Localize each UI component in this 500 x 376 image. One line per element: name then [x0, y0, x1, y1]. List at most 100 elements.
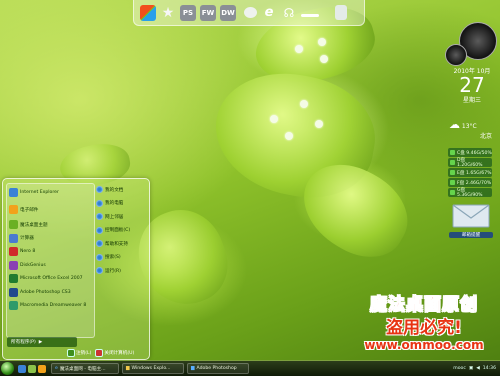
start-button[interactable]: [1, 362, 14, 375]
network-icon[interactable]: ▣: [469, 366, 473, 371]
quicklaunch-ie-icon[interactable]: [18, 364, 26, 373]
place-item[interactable]: 我的文档: [96, 183, 146, 197]
drive-icon: [450, 180, 455, 185]
place-item[interactable]: 搜索(S): [96, 251, 146, 265]
task-label: Windows Explo...: [131, 366, 171, 371]
gauge-small-dial-icon: [445, 44, 467, 66]
place-item[interactable]: 运行(R): [96, 264, 146, 278]
wallpaper-flower: [320, 55, 328, 63]
place-item[interactable]: 我的电脑: [96, 197, 146, 211]
power-buttons: 注销(L) 关闭计算机(U): [67, 349, 134, 357]
task-label: 魔法桌面网 - 电脑主...: [59, 366, 106, 372]
power-icon: [95, 349, 104, 357]
tray-text: mooc: [453, 366, 466, 371]
dreamweaver-icon: [9, 301, 18, 311]
logoff-button[interactable]: 注销(L): [67, 349, 91, 357]
logoff-label: 注销(L): [76, 351, 92, 356]
top-dock: ★ PS FW DW e ☊: [133, 0, 365, 26]
taskbar-button[interactable]: ▆ Adobe Photoshop: [187, 363, 249, 374]
program-label: Nero 8: [20, 249, 36, 255]
recent-program[interactable]: 魔法桌面主题: [7, 218, 94, 232]
folder-icon: ▆: [126, 366, 130, 371]
program-label: 计算器: [20, 236, 34, 242]
theme-icon: [9, 220, 18, 230]
drive-label: G盘 5.36G/90%: [457, 188, 483, 198]
photoshop-icon[interactable]: PS: [180, 4, 196, 21]
minus-icon[interactable]: [301, 14, 319, 17]
documents-icon: [96, 186, 103, 194]
place-item[interactable]: 网上邻居: [96, 210, 146, 224]
place-item[interactable]: 帮助和支持: [96, 237, 146, 251]
program-label: DiskGenius: [20, 262, 46, 268]
pinned-program[interactable]: 电子邮件: [7, 201, 94, 218]
program-label: Adobe Photoshop CS3: [20, 289, 71, 295]
pinned-program[interactable]: Internet Explorer: [7, 184, 94, 201]
recent-program[interactable]: Microsoft Office Excel 2007: [7, 272, 94, 286]
fireworks-icon[interactable]: FW: [200, 4, 216, 21]
chat-icon[interactable]: [244, 7, 257, 18]
taskbar: e 魔法桌面网 - 电脑主... ▆ Windows Explo... ▆ Adobe…: [0, 360, 500, 376]
place-label: 网上邻居: [105, 214, 124, 220]
drive-gadget: C盘 9.46G/50% D盘 1.20G/60% E盘 1.65G/67% F…: [448, 148, 492, 198]
email-icon: [9, 205, 18, 214]
clock[interactable]: 14:36: [483, 366, 496, 371]
shutdown-button[interactable]: 关闭计算机(U): [95, 349, 134, 357]
quicklaunch-desktop-icon[interactable]: [28, 364, 36, 373]
weather-city: 北京: [479, 133, 492, 140]
recent-program[interactable]: Adobe Photoshop CS3: [7, 286, 94, 300]
recent-program[interactable]: 计算器: [7, 232, 94, 246]
ie-icon[interactable]: e: [261, 5, 277, 21]
gauge-gadget[interactable]: [445, 22, 497, 66]
drive-icon: [450, 160, 455, 165]
control-panel-icon: [96, 226, 103, 234]
recent-program[interactable]: Macromedia Dreamweaver 8: [7, 299, 94, 313]
wallpaper-flower: [270, 115, 278, 123]
program-label: 电子邮件: [20, 207, 39, 213]
envelope-icon: [452, 204, 490, 228]
recent-program[interactable]: DiskGenius: [7, 259, 94, 273]
place-label: 运行(R): [105, 268, 121, 274]
windows-logo-icon[interactable]: [140, 4, 156, 21]
taskbar-button[interactable]: ▆ Windows Explo...: [122, 363, 184, 374]
run-icon: [96, 267, 103, 275]
calendar-weekday: 星期三: [462, 97, 481, 104]
place-label: 控制面板(C): [105, 228, 131, 234]
wallpaper-flower: [315, 120, 323, 128]
drive-label: C盘 9.46G/50%: [457, 150, 492, 156]
drive-label: D盘 1.20G/60%: [457, 158, 483, 168]
place-item[interactable]: 控制面板(C): [96, 224, 146, 238]
recycle-bin-icon[interactable]: [335, 5, 347, 20]
wallpaper-flower: [295, 45, 303, 53]
all-programs-button[interactable]: 所有程序(P) ▶: [7, 337, 77, 347]
quicklaunch-media-icon[interactable]: [38, 364, 46, 373]
place-label: 搜索(S): [105, 255, 121, 261]
photoshop-icon: [9, 287, 18, 297]
drive-row[interactable]: G盘 5.36G/90%: [448, 188, 492, 198]
shutdown-label: 关闭计算机(U): [104, 351, 135, 356]
calendar-gadget[interactable]: 2010年 10月 27 星期三: [450, 66, 494, 104]
drive-label: F盘 2.46G/70%: [457, 180, 492, 186]
drive-row[interactable]: D盘 1.20G/60%: [448, 158, 492, 168]
weather-gadget[interactable]: ☁ 13°C 北京: [449, 118, 495, 140]
drive-icon: [450, 170, 455, 175]
mail-gadget[interactable]: 邮箱提醒: [449, 204, 493, 238]
recent-program[interactable]: Nero 8: [7, 245, 94, 259]
start-menu: Internet Explorer 电子邮件 魔法桌面主题 计算器 Nero 8…: [2, 178, 150, 360]
volume-icon[interactable]: ◀: [476, 366, 480, 371]
drive-row[interactable]: C盘 9.46G/50%: [448, 148, 492, 157]
start-menu-programs: Internet Explorer 电子邮件 魔法桌面主题 计算器 Nero 8…: [6, 183, 95, 338]
headphones-icon[interactable]: ☊: [281, 5, 297, 21]
dreamweaver-icon[interactable]: DW: [220, 4, 236, 21]
star-icon[interactable]: ★: [160, 5, 176, 21]
taskbar-button[interactable]: e 魔法桌面网 - 电脑主...: [51, 363, 119, 374]
watermark: 魔法桌面原创 盗用必究! www.ommoo.com: [350, 290, 498, 352]
logoff-icon: [67, 349, 75, 357]
wallpaper-flower: [300, 100, 308, 108]
drive-row[interactable]: E盘 1.65G/67%: [448, 168, 492, 177]
network-icon: [96, 213, 103, 221]
drive-row[interactable]: F盘 2.46G/70%: [448, 178, 492, 187]
watermark-line1: 魔法桌面原创: [370, 295, 478, 316]
drive-icon: [450, 150, 455, 155]
wallpaper-flower: [285, 132, 293, 140]
excel-icon: [9, 274, 18, 284]
